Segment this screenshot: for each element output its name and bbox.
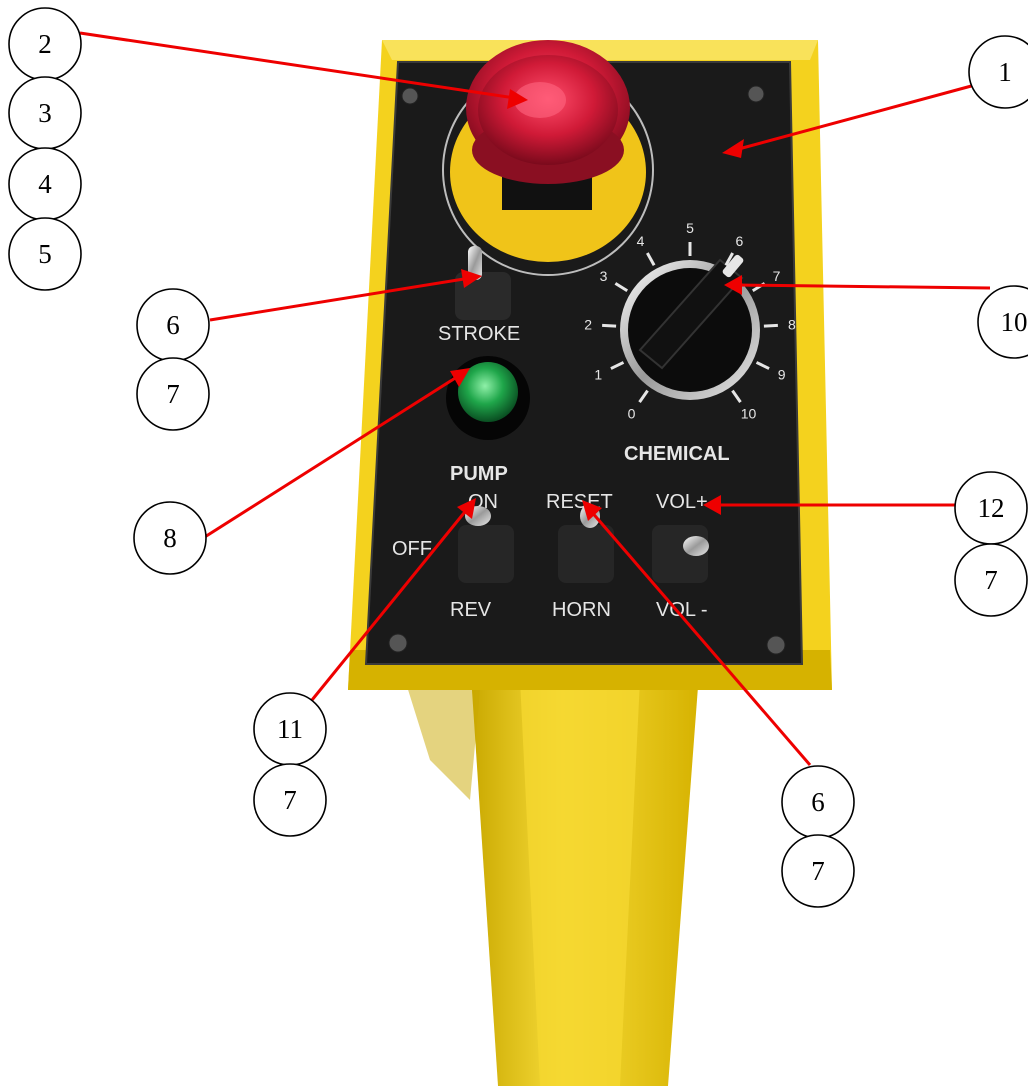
dial-tick [763, 323, 778, 328]
pendant-handle [405, 660, 700, 1086]
callout-4-number: 4 [38, 169, 52, 199]
pump-off-label: OFF [392, 538, 432, 560]
callout-7b: 7 [954, 543, 1028, 617]
callout-7c-number: 7 [283, 785, 297, 815]
screw-bottom-left [388, 633, 408, 653]
callout-10: 10 [977, 285, 1028, 359]
reset-label: RESET [546, 491, 613, 513]
vol-plus-label: VOL+ [656, 491, 708, 513]
pump-indicator-lamp [446, 356, 530, 440]
callout-12: 12 [954, 471, 1028, 545]
callout-1-number: 1 [998, 57, 1012, 87]
chemical-label: CHEMICAL [624, 443, 730, 465]
callout-11-number: 11 [277, 714, 303, 744]
callout-12-number: 12 [978, 493, 1005, 523]
callout-1: 1 [968, 35, 1028, 109]
callout-3-number: 3 [38, 98, 52, 128]
horn-label: HORN [552, 599, 611, 621]
screw-top-left [401, 87, 419, 105]
dial-tick [602, 323, 617, 328]
pump-label: PUMP [450, 463, 508, 485]
callout-5-number: 5 [38, 239, 52, 269]
dial-tick-label: 3 [600, 268, 608, 284]
callout-10-number: 10 [1001, 307, 1028, 337]
dial-tick-label: 4 [637, 233, 645, 249]
callout-6b: 6 [781, 765, 855, 839]
dial-tick-label: 9 [778, 367, 786, 383]
callout-8: 8 [133, 501, 207, 575]
callout-2-number: 2 [38, 29, 52, 59]
callout-3: 3 [8, 76, 82, 150]
callout-7d-number: 7 [811, 856, 825, 886]
screw-bottom-right [766, 635, 786, 655]
dial-tick-label: 1 [594, 367, 602, 383]
callout-7b-number: 7 [984, 565, 998, 595]
callout-6a: 6 [136, 288, 210, 362]
volume-toggle-switch[interactable] [652, 525, 709, 583]
screw-top-right [747, 85, 765, 103]
callout-7c: 7 [253, 763, 327, 837]
callout-8-number: 8 [163, 523, 177, 553]
dial-tick-label: 10 [741, 406, 757, 422]
callout-5: 5 [8, 217, 82, 291]
dial-tick-label: 5 [686, 220, 694, 236]
dial-tick-label: 8 [788, 317, 796, 333]
dial-tick-label: 7 [773, 268, 781, 284]
rev-label: REV [450, 599, 492, 621]
callout-7a: 7 [136, 357, 210, 431]
dial-tick-label: 6 [736, 233, 744, 249]
callout-6a-number: 6 [166, 310, 180, 340]
dial-tick-label: 0 [628, 406, 636, 422]
callout-4: 4 [8, 147, 82, 221]
callout-11: 11 [253, 692, 327, 766]
callout-7d: 7 [781, 834, 855, 908]
callout-6b-number: 6 [811, 787, 825, 817]
callout-7a-number: 7 [166, 379, 180, 409]
stroke-label: STROKE [438, 323, 520, 345]
control-pendant-diagram: STROKE PUMP 012345678910 CHEMICAL ON RES… [8, 7, 1028, 1086]
callout-2: 2 [8, 7, 82, 81]
dial-tick-label: 2 [584, 317, 592, 333]
